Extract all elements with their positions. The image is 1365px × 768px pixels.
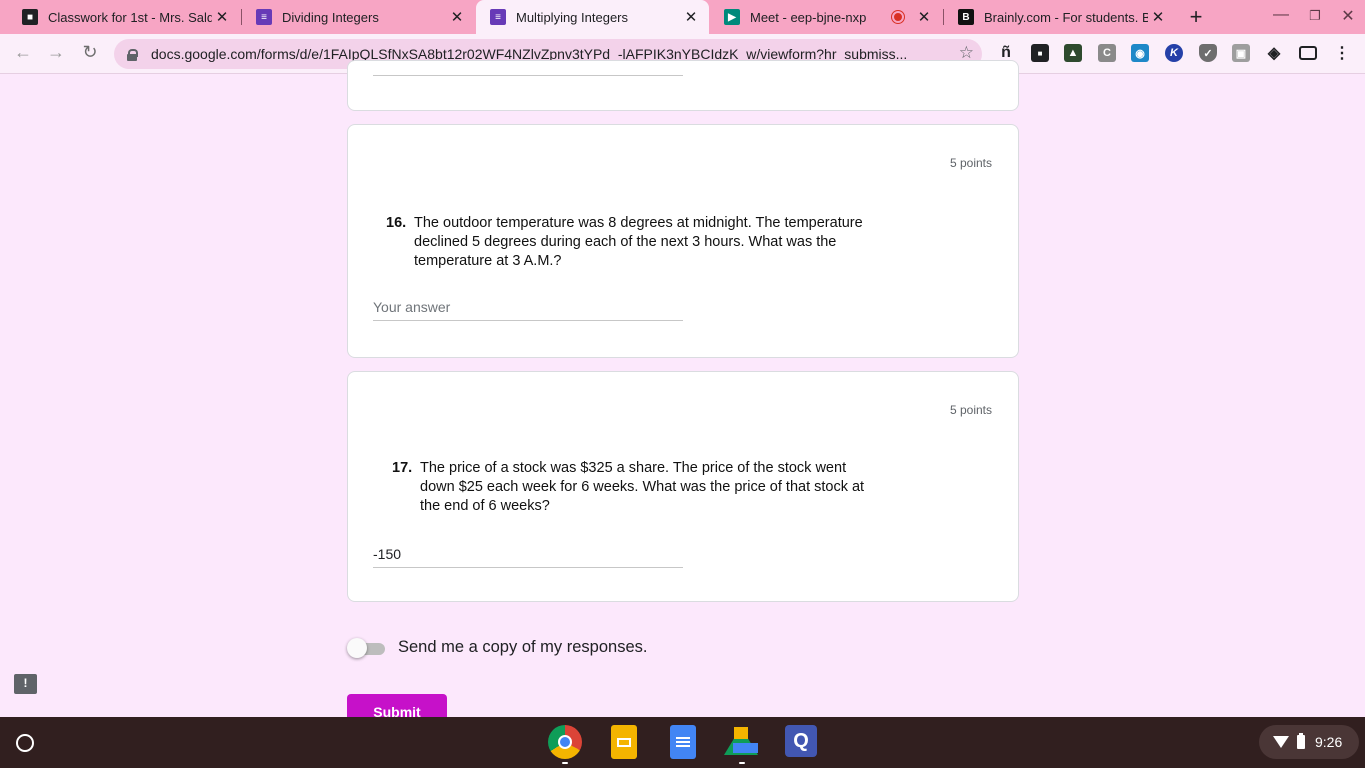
toggle-thumb	[347, 638, 367, 658]
puzzle-icon[interactable]: ◈	[1265, 44, 1283, 62]
brainly-icon: B	[958, 9, 974, 25]
answer-input-17[interactable]: -150	[373, 542, 683, 568]
forms-icon: ≡	[490, 9, 506, 25]
classroom-icon: ■	[22, 9, 38, 25]
k-ext-icon[interactable]: K	[1165, 44, 1183, 62]
back-icon[interactable]: ←	[11, 42, 35, 63]
cast-icon[interactable]	[1299, 46, 1317, 60]
forward-icon[interactable]: →	[44, 42, 68, 63]
c-ext-icon[interactable]: C	[1098, 44, 1116, 62]
send-copy-label: Send me a copy of my responses.	[398, 638, 648, 656]
close-tab-icon[interactable]: ✕	[212, 8, 232, 26]
tab-brainly[interactable]: B Brainly.com - For students. By student…	[944, 0, 1176, 34]
close-tab-icon[interactable]: ✕	[447, 8, 467, 26]
tab-dividing-integers[interactable]: ≡ Dividing Integers ✕	[242, 0, 475, 34]
docs-icon[interactable]	[670, 725, 696, 759]
answer-input-16[interactable]: Your answer	[373, 295, 683, 321]
question-text: The price of a stock was $325 a share. T…	[420, 460, 865, 514]
close-tab-icon[interactable]: ✕	[914, 8, 934, 26]
chrome-icon[interactable]	[548, 725, 582, 759]
feedback-icon[interactable]: !	[14, 674, 37, 694]
question-number: 16.	[386, 215, 407, 231]
question-text: The outdoor temperature was 8 degrees at…	[414, 215, 863, 269]
menu-kebab-icon[interactable]: ⋮	[1333, 44, 1351, 62]
tab-meet[interactable]: ▶ Meet - eep-bjne-nxp ✕	[710, 0, 942, 34]
launcher-icon[interactable]	[16, 734, 34, 752]
send-copy-toggle[interactable]	[347, 637, 387, 659]
media-ext-icon[interactable]: ▣	[1232, 44, 1250, 62]
running-indicator	[562, 762, 568, 764]
answer-underline	[373, 75, 683, 76]
new-tab-icon[interactable]: +	[1184, 4, 1208, 30]
tab-strip: ■ Classwork for 1st - Mrs. Saldaña ✕ ≡ D…	[0, 0, 1365, 34]
battery-icon	[1297, 733, 1305, 749]
question-card-15	[347, 60, 1019, 111]
minimize-icon[interactable]: —	[1271, 6, 1291, 24]
os-shelf: Q 9:26	[0, 717, 1365, 768]
shield-ext-icon[interactable]: ✓	[1199, 44, 1217, 62]
close-window-icon[interactable]: ✕	[1338, 6, 1358, 26]
recording-icon	[892, 11, 904, 23]
reload-icon[interactable]: ↻	[78, 42, 102, 63]
restore-icon[interactable]: ❐	[1305, 8, 1325, 24]
drive-icon[interactable]	[724, 725, 758, 759]
close-tab-icon[interactable]: ✕	[681, 8, 701, 26]
forms-icon: ≡	[256, 9, 272, 25]
question-card-16: 5 points 16. The outdoor temperature was…	[347, 124, 1019, 358]
close-tab-icon[interactable]: ✕	[1148, 8, 1168, 26]
status-tray[interactable]: 9:26	[1259, 725, 1359, 759]
running-indicator	[739, 762, 745, 764]
slides-icon[interactable]	[611, 725, 637, 759]
ms-ext-icon[interactable]: ■	[1031, 44, 1049, 62]
question-card-17: 5 points 17. The price of a stock was $3…	[347, 371, 1019, 602]
tree-ext-icon[interactable]: ▲	[1064, 44, 1082, 62]
globe-ext-icon[interactable]: ◉	[1131, 44, 1149, 62]
quizlet-icon[interactable]: Q	[785, 725, 817, 757]
tab-classwork[interactable]: ■ Classwork for 1st - Mrs. Saldaña ✕	[8, 0, 240, 34]
question-number: 17.	[392, 460, 413, 476]
clock: 9:26	[1315, 734, 1343, 750]
points-label: 5 points	[949, 156, 992, 170]
wifi-icon	[1273, 736, 1289, 748]
meet-icon: ▶	[724, 9, 740, 25]
lock-icon	[127, 48, 138, 61]
points-label: 5 points	[949, 403, 992, 417]
chrome-center	[558, 735, 572, 749]
tab-multiplying-integers[interactable]: ≡ Multiplying Integers ✕	[476, 0, 709, 34]
